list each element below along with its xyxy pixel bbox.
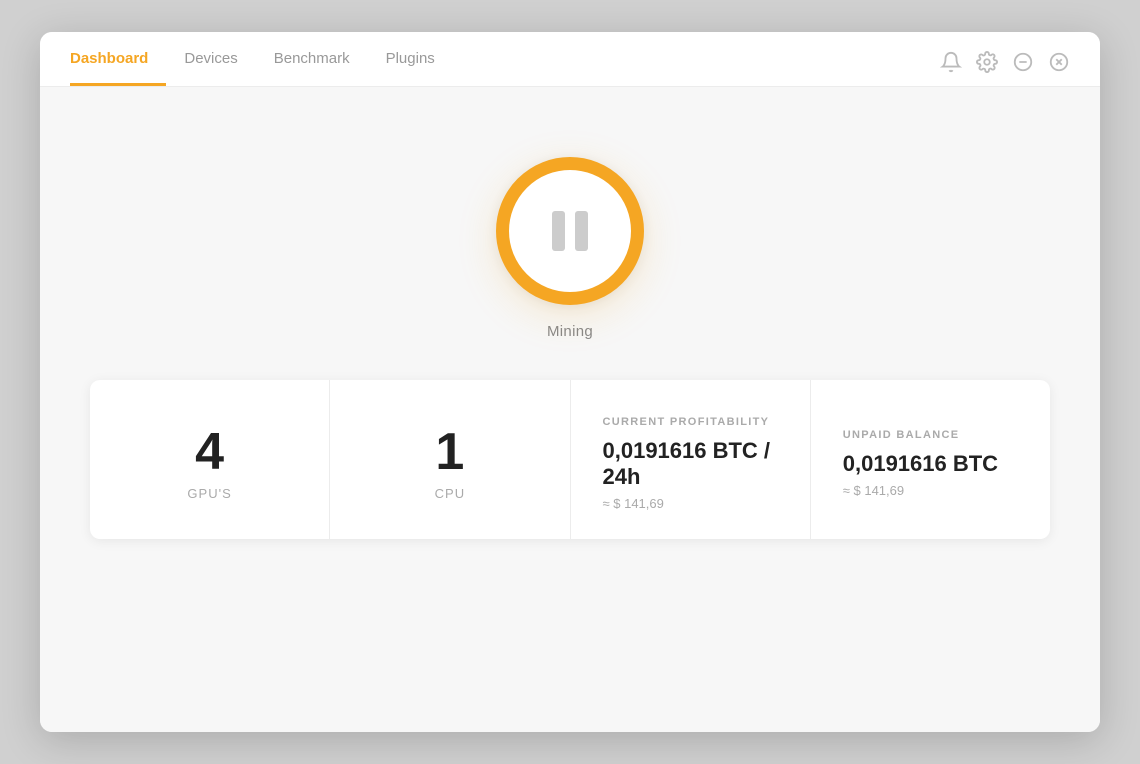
mining-toggle-button[interactable] [496,157,644,305]
nav-tabs: Dashboard Devices Benchmark Plugins [70,50,453,86]
cpu-count: 1 [435,426,464,478]
bell-icon [940,51,962,73]
stat-cpu: 1 CPU [330,380,570,539]
gpu-label: GPU'S [187,486,232,501]
minimize-button[interactable] [1012,51,1034,73]
tab-dashboard[interactable]: Dashboard [70,50,166,86]
gear-icon [976,51,998,73]
gpu-count: 4 [195,426,224,478]
close-button[interactable] [1048,51,1070,73]
main-content: Mining 4 GPU'S 1 CPU CURRENT PROFITABILI… [40,87,1100,732]
stat-profitability: CURRENT PROFITABILITY 0,0191616 BTC / 24… [571,380,811,539]
tab-benchmark[interactable]: Benchmark [256,50,368,86]
window-controls [940,51,1070,85]
balance-value: 0,0191616 BTC [843,451,998,477]
pause-bar-right [575,211,588,251]
cpu-label: CPU [435,486,466,501]
profitability-usd: ≈ $ 141,69 [603,496,664,511]
titlebar: Dashboard Devices Benchmark Plugins [40,32,1100,87]
profitability-value: 0,0191616 BTC / 24h [603,438,778,490]
tab-plugins[interactable]: Plugins [368,50,453,86]
balance-title: UNPAID BALANCE [843,429,960,441]
stats-row: 4 GPU'S 1 CPU CURRENT PROFITABILITY 0,01… [90,380,1050,539]
profitability-title: CURRENT PROFITABILITY [603,416,770,428]
pause-icon [552,211,588,251]
notification-button[interactable] [940,51,962,73]
pause-bar-left [552,211,565,251]
app-window: Dashboard Devices Benchmark Plugins [40,32,1100,732]
settings-button[interactable] [976,51,998,73]
tab-devices[interactable]: Devices [166,50,255,86]
close-icon [1048,51,1070,73]
mining-button-wrap: Mining [496,157,644,340]
stat-gpu: 4 GPU'S [90,380,330,539]
minimize-icon [1012,51,1034,73]
stat-balance: UNPAID BALANCE 0,0191616 BTC ≈ $ 141,69 [811,380,1050,539]
balance-usd: ≈ $ 141,69 [843,483,904,498]
mining-label: Mining [547,323,593,340]
